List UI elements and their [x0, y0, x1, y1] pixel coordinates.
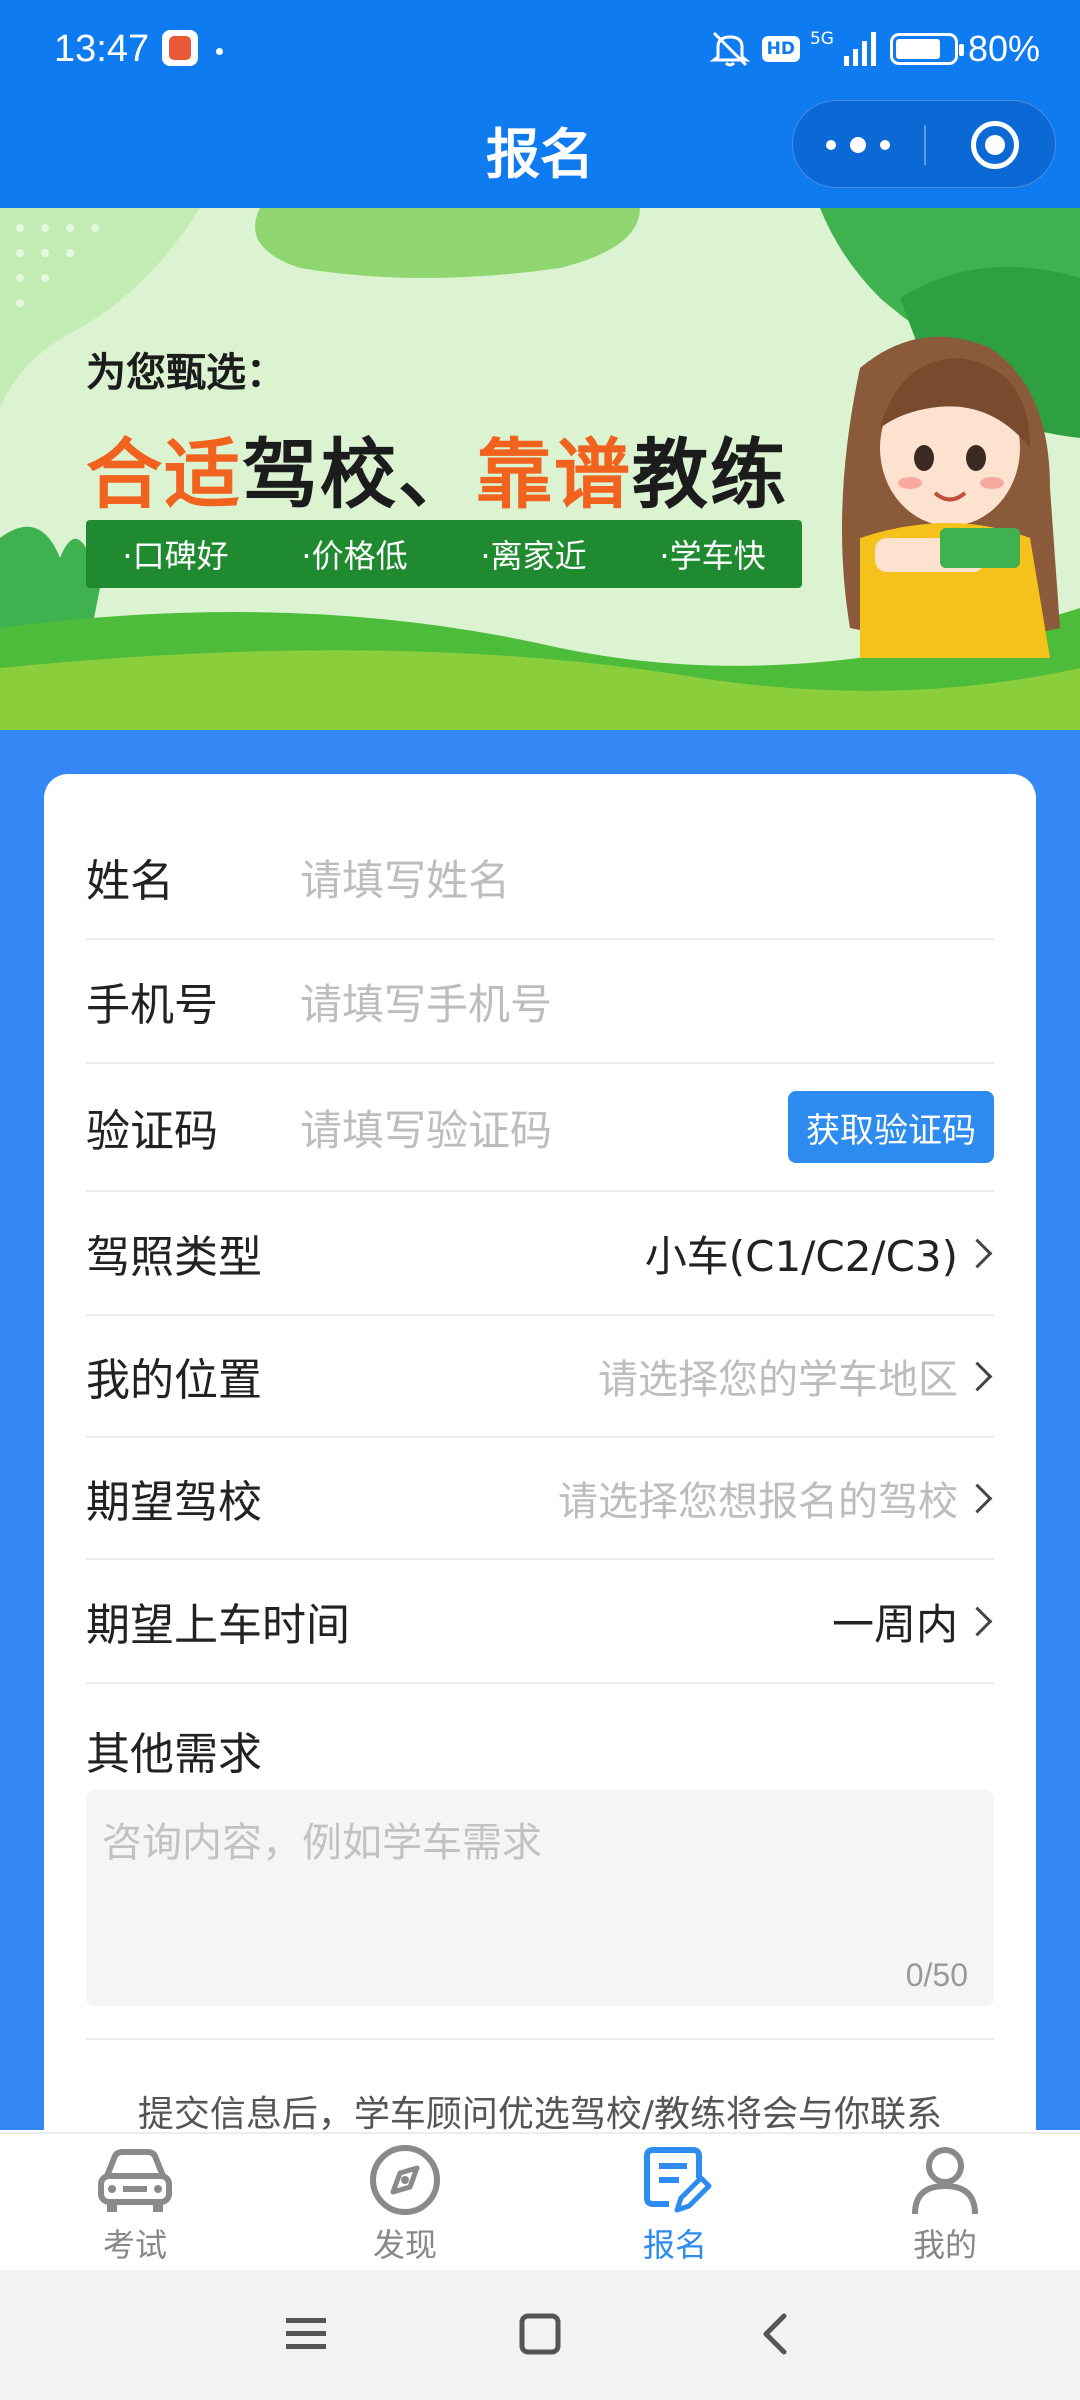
- capsule-divider: [924, 125, 926, 165]
- banner-tag: ·学车快: [659, 537, 766, 575]
- tab-signup[interactable]: 报名: [540, 2134, 810, 2270]
- battery-icon: [889, 33, 964, 65]
- user-icon: [912, 2147, 978, 2215]
- banner-headline-part: 靠谱: [476, 430, 632, 519]
- edit-form-icon: [644, 2147, 712, 2213]
- school-value: 请选择您想报名的驾校: [558, 1479, 958, 1525]
- name-row[interactable]: 姓名 请填写姓名: [86, 816, 994, 940]
- compass-icon: [370, 2145, 440, 2215]
- status-bar: 13:47 HD 5G 80%: [0, 0, 1080, 100]
- tab-label: 发现: [372, 2226, 437, 2264]
- license-type-value: 小车(C1/C2/C3): [644, 1231, 958, 1281]
- start-time-value: 一周内: [831, 1599, 958, 1649]
- mute-bell-icon: [709, 31, 751, 67]
- submit-notice: 提交信息后，学车顾问优选驾校/教练将会与你联系: [137, 2094, 943, 2135]
- banner-tag: ·价格低: [301, 537, 408, 575]
- signal-icon: [843, 32, 876, 66]
- code-row: 验证码 请填写验证码 获取验证码: [86, 1064, 994, 1192]
- chevron-right-icon: [958, 1231, 994, 1275]
- more-dot-icon: [826, 140, 836, 150]
- network-label: 5G: [809, 29, 834, 49]
- location-row[interactable]: 我的位置 请选择您的学车地区: [86, 1316, 994, 1438]
- more-dot-icon: [850, 137, 866, 153]
- location-value: 请选择您的学车地区: [598, 1357, 958, 1403]
- system-navigation-bar: [0, 2270, 1080, 2400]
- miniprogram-capsule: [792, 100, 1056, 188]
- notification-dot-icon: [216, 48, 223, 55]
- tab-label: 我的: [912, 2226, 977, 2264]
- school-label: 期望驾校: [86, 1477, 262, 1528]
- tab-exam[interactable]: 考试: [0, 2134, 270, 2270]
- top-bar: 13:47 HD 5G 80% 报名: [0, 0, 1080, 208]
- other-needs-placeholder: 咨询内容，例如学车需求: [102, 1820, 542, 1866]
- tab-label: 报名: [642, 2226, 707, 2264]
- divider: [86, 2038, 994, 2040]
- license-type-label: 驾照类型: [86, 1232, 262, 1283]
- chevron-right-icon: [958, 1354, 994, 1398]
- start-time-label: 期望上车时间: [86, 1600, 350, 1651]
- menu-icon[interactable]: [286, 2312, 326, 2356]
- name-label: 姓名: [86, 856, 174, 907]
- status-time: 13:47: [54, 28, 150, 70]
- hd-icon: HD: [761, 36, 800, 62]
- name-input[interactable]: 请填写姓名: [300, 847, 994, 908]
- code-label: 验证码: [86, 1106, 218, 1157]
- close-miniprogram-button[interactable]: [971, 121, 1019, 169]
- battery-percent: 80%: [967, 28, 1040, 69]
- promo-banner[interactable]: 为您甄选： 合适驾校、靠谱教练 ·口碑好 ·价格低 ·离家近 ·学车快: [0, 208, 1080, 730]
- tab-label: 考试: [102, 2226, 167, 2264]
- phone-row[interactable]: 手机号 请填写手机号: [86, 940, 994, 1064]
- school-row[interactable]: 期望驾校 请选择您想报名的驾校: [86, 1438, 994, 1560]
- app-notification-icon: [162, 30, 198, 66]
- other-needs-textarea[interactable]: 咨询内容，例如学车需求 0/50: [86, 1790, 994, 2006]
- banner-headline-part: 教练: [632, 430, 788, 519]
- home-icon[interactable]: [518, 2312, 562, 2356]
- phone-input[interactable]: 请填写手机号: [300, 971, 994, 1032]
- get-code-button[interactable]: 获取验证码: [788, 1091, 994, 1163]
- banner-tag: ·离家近: [480, 537, 587, 575]
- license-type-row[interactable]: 驾照类型 小车(C1/C2/C3): [86, 1192, 994, 1316]
- chevron-right-icon: [958, 1476, 994, 1520]
- phone-label: 手机号: [86, 980, 218, 1031]
- start-time-row[interactable]: 期望上车时间 一周内: [86, 1560, 994, 1684]
- more-dot-icon: [880, 140, 890, 150]
- status-icons: HD 5G 80%: [708, 28, 1040, 70]
- back-icon[interactable]: [756, 2312, 792, 2356]
- banner-subtitle: 为您甄选：: [86, 350, 286, 396]
- code-input[interactable]: 请填写验证码: [300, 1097, 788, 1158]
- car-icon: [98, 2149, 172, 2212]
- more-button[interactable]: [793, 101, 923, 189]
- other-needs-label: 其他需求: [86, 1729, 262, 1780]
- banner-tags: ·口碑好 ·价格低 ·离家近 ·学车快: [86, 520, 802, 588]
- bottom-tab-bar: 考试 发现 报名 我的: [0, 2132, 1080, 2270]
- char-counter: 0/50: [905, 1957, 968, 1993]
- banner-headline-part: 合适: [86, 430, 242, 519]
- banner-headline-part: 驾校、: [242, 430, 476, 519]
- tab-discover[interactable]: 发现: [270, 2134, 540, 2270]
- banner-headline: 合适驾校、靠谱教练: [86, 413, 788, 523]
- location-label: 我的位置: [86, 1355, 262, 1406]
- chevron-right-icon: [958, 1599, 994, 1643]
- tab-mine[interactable]: 我的: [810, 2134, 1080, 2270]
- banner-tag: ·口碑好: [122, 537, 229, 575]
